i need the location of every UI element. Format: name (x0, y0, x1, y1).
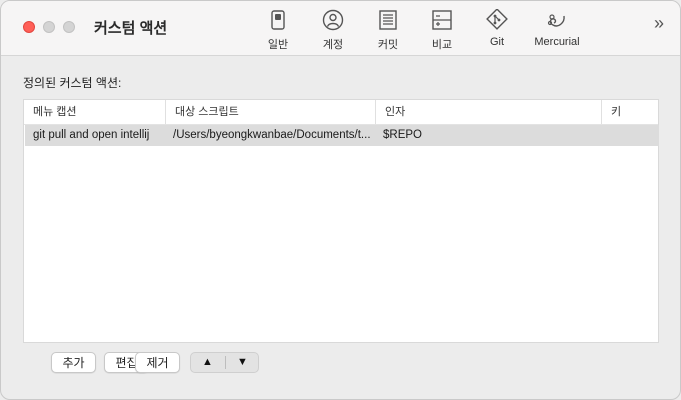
column-header-key[interactable]: 키 (601, 100, 658, 124)
account-icon (322, 9, 344, 31)
toolbar-item-diff[interactable]: 비교 (428, 9, 456, 53)
cell-script: /Users/byeongkwanbae/Documents/t... (173, 129, 371, 141)
toolbar-label-commit: 커밋 (377, 39, 399, 51)
diff-icon (432, 10, 452, 30)
toolbar-label-general: 일반 (267, 39, 289, 51)
column-header-caption[interactable]: 메뉴 캡션 (24, 100, 165, 124)
section-label: 정의된 커스텀 액션: (23, 76, 122, 90)
window-title: 커스텀 액션 (94, 20, 168, 37)
move-down-button[interactable]: ▼ (226, 353, 259, 372)
cell-caption: git pull and open intellij (33, 129, 150, 141)
toolbar-label-mercurial: Mercurial (534, 36, 580, 48)
column-header-script[interactable]: 대상 스크립트 (165, 100, 375, 124)
cell-args: $REPO (383, 129, 422, 141)
table-row[interactable]: git pull and open intellij /Users/byeong… (25, 125, 659, 146)
move-segmented-control: ▲ ▼ (190, 352, 259, 373)
titlebar: 커스텀 액션 일반 계정 커밋 비교 Git Mercurial » (1, 1, 680, 56)
general-icon (271, 10, 285, 30)
close-button[interactable] (23, 21, 35, 33)
toolbar-item-mercurial[interactable]: Mercurial (531, 9, 583, 53)
preferences-window: 커스텀 액션 일반 계정 커밋 비교 Git Mercurial » 정의된 커… (0, 0, 681, 400)
cell-key (601, 125, 659, 146)
zoom-button[interactable] (63, 21, 75, 33)
remove-button[interactable]: 제거 (135, 352, 180, 373)
git-icon (486, 9, 508, 30)
custom-actions-table[interactable]: 메뉴 캡션 대상 스크립트 인자 키 git pull and open int… (23, 99, 659, 343)
toolbar-item-general[interactable]: 일반 (264, 9, 292, 53)
mercurial-icon (547, 14, 565, 27)
add-button[interactable]: 추가 (51, 352, 96, 373)
toolbar-item-git[interactable]: Git (483, 9, 511, 53)
move-up-button[interactable]: ▲ (191, 353, 224, 372)
toolbar-overflow-icon[interactable]: » (654, 13, 664, 34)
toolbar-item-account[interactable]: 계정 (319, 9, 347, 53)
toolbar-item-commit[interactable]: 커밋 (374, 9, 402, 53)
toolbar-label-diff: 비교 (431, 39, 453, 51)
column-header-args[interactable]: 인자 (375, 100, 601, 124)
commit-icon (379, 10, 397, 30)
table-header: 메뉴 캡션 대상 스크립트 인자 키 (24, 100, 658, 125)
toolbar-label-git: Git (489, 36, 505, 48)
toolbar-label-account: 계정 (322, 39, 344, 51)
minimize-button[interactable] (43, 21, 55, 33)
